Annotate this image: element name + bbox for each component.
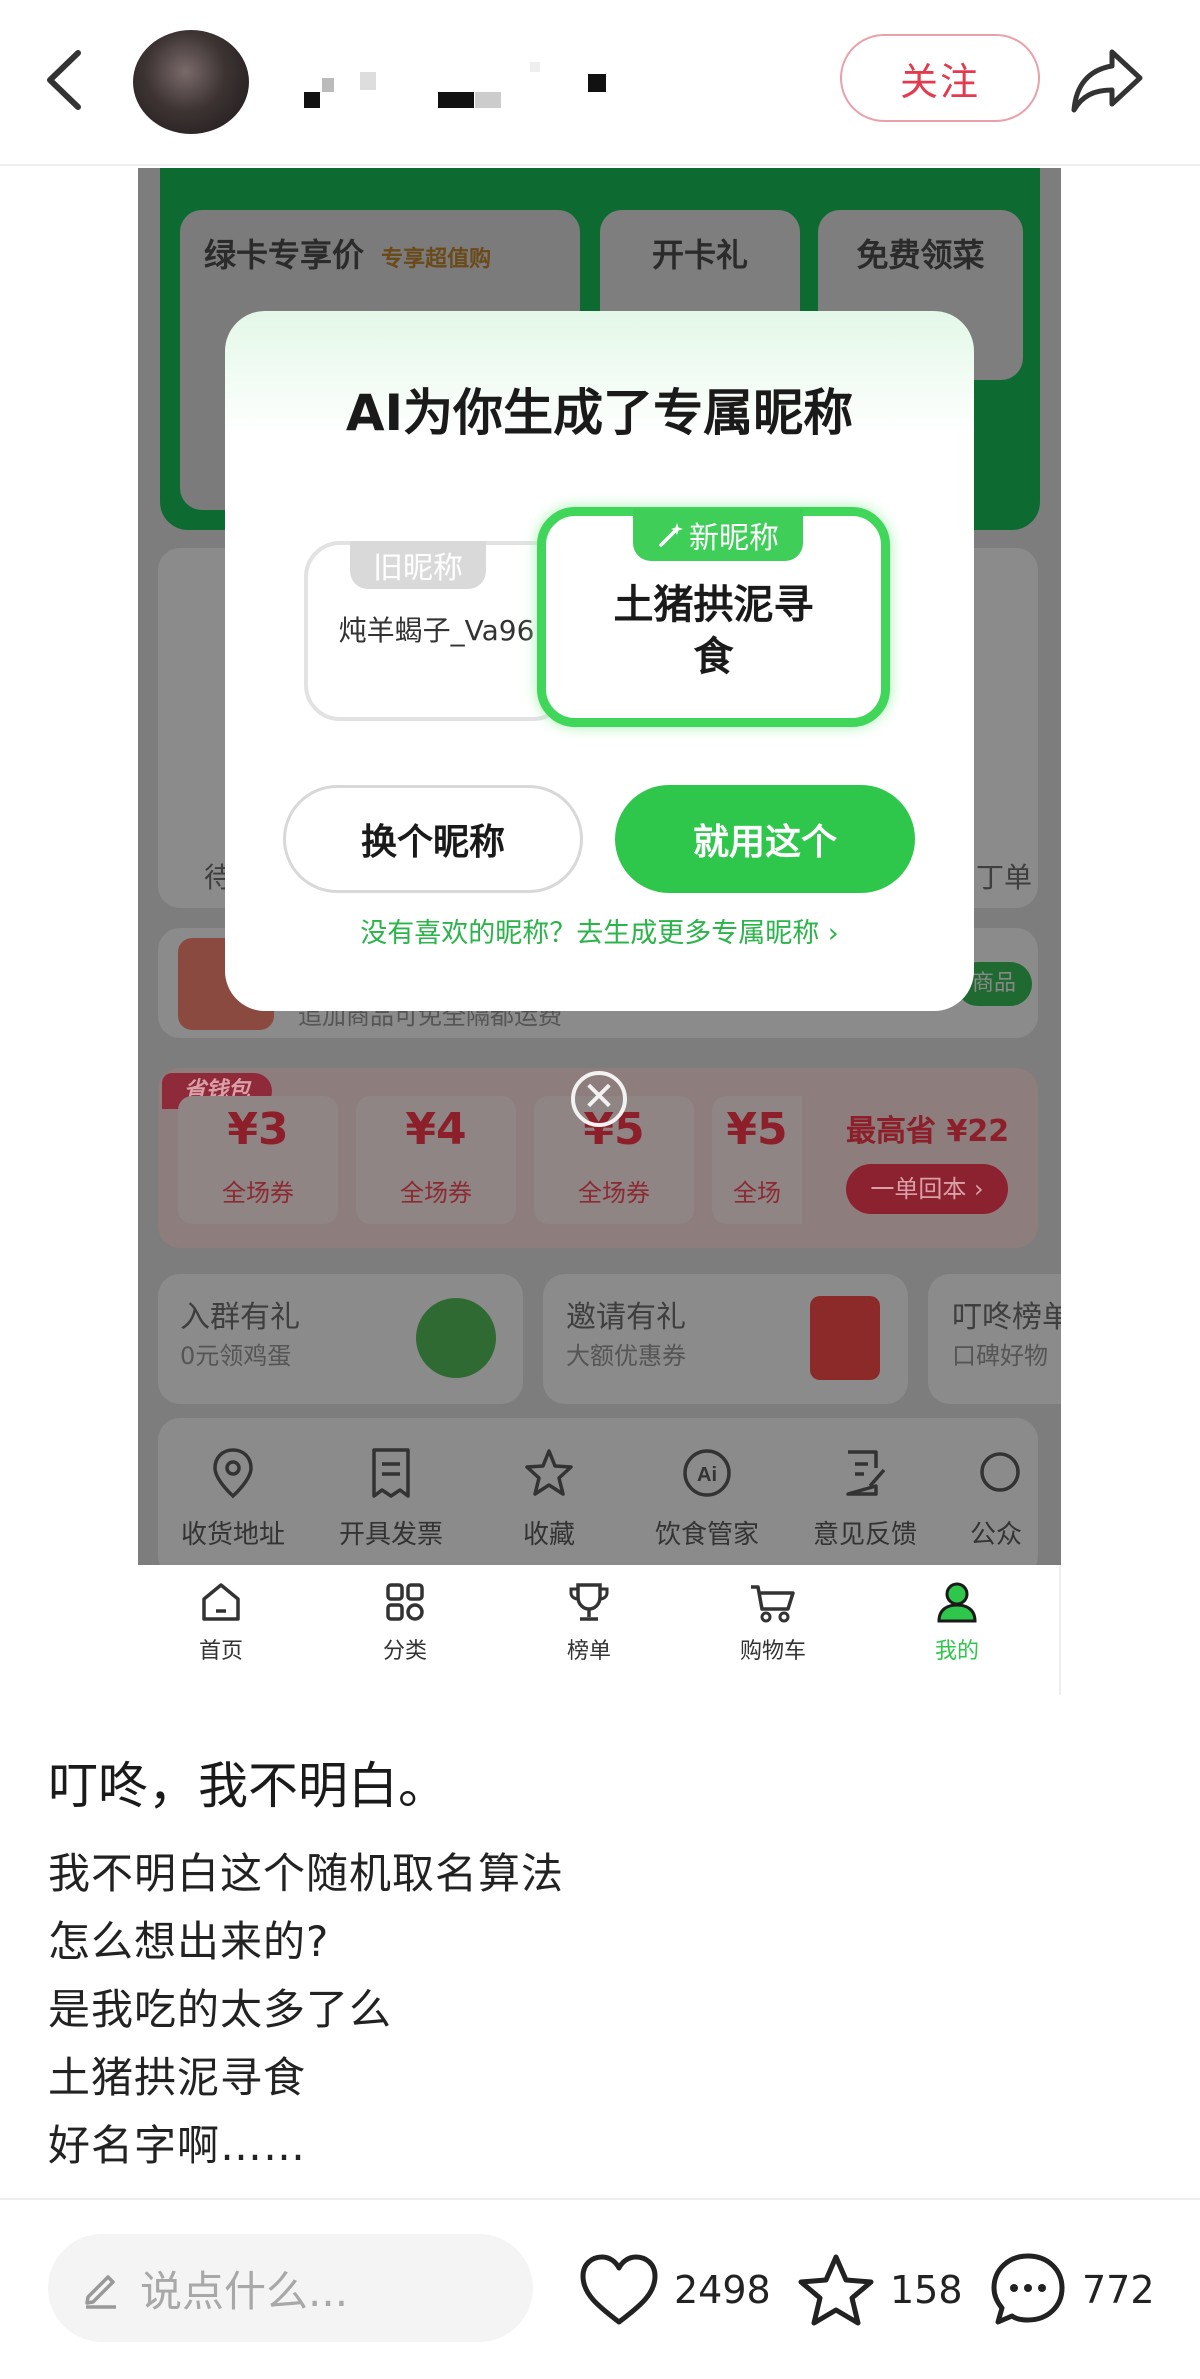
follow-button[interactable]: 关注: [840, 34, 1040, 122]
comment-button[interactable]: 772: [988, 2252, 1155, 2328]
trophy-icon: [569, 1583, 609, 1621]
tab-profile[interactable]: 我的: [897, 1579, 1017, 1665]
change-nickname-button[interactable]: 换个昵称: [283, 785, 583, 893]
author-avatar[interactable]: [133, 30, 249, 134]
coupon-2-amount: ¥4: [405, 1104, 467, 1155]
new-nickname-tag: 新昵称: [633, 509, 803, 561]
tool-official[interactable]: 公众: [958, 1446, 1058, 1551]
promo-group-title: 入群有礼: [180, 1300, 300, 1335]
comment-placeholder: 说点什么...: [140, 2266, 349, 2316]
back-arrow-icon[interactable]: [40, 45, 90, 115]
feedback-icon: [846, 1450, 886, 1496]
home-icon: [202, 1583, 240, 1621]
category-icon: [386, 1583, 424, 1621]
invoice-icon: [372, 1448, 410, 1498]
tab-category-label: 分类: [382, 1639, 427, 1664]
divider: [0, 2198, 1200, 2200]
promo-ranking-title: 叮咚榜单: [952, 1300, 1061, 1335]
coupon-2[interactable]: ¥4 全场券: [356, 1096, 516, 1224]
coupon-4[interactable]: ¥5 全场: [712, 1096, 802, 1224]
favorite-count: 158: [890, 2268, 963, 2312]
free-veg-label: 免费领菜: [856, 236, 985, 274]
tab-profile-label: 我的: [934, 1639, 979, 1664]
app-tab-bar: 首页 分类 榜单 购物车 我的: [138, 1565, 1061, 1695]
heart-icon: [580, 2254, 658, 2325]
share-icon[interactable]: [1068, 42, 1148, 118]
post-header: 关注: [0, 0, 1200, 166]
favorite-button[interactable]: 158: [796, 2252, 963, 2328]
tool-favorites[interactable]: 收藏: [484, 1446, 614, 1551]
tool-invoice[interactable]: 开具发票: [326, 1446, 456, 1551]
nickname-dialog: AI为你生成了专属昵称 旧昵称 炖羊蝎子_Va96 新昵称 土猪拱泥寻食 换个昵…: [225, 311, 974, 1011]
green-card-price-label: 绿卡专享价: [204, 236, 365, 274]
comment-bubble-icon: [991, 2253, 1065, 2325]
cart-icon: [751, 1585, 795, 1623]
coupon-1-amount: ¥3: [227, 1104, 289, 1155]
close-dialog-icon[interactable]: ✕: [571, 1071, 627, 1127]
post-title: 叮咚，我不明白。: [48, 1757, 448, 1815]
official-account-icon: [980, 1452, 1020, 1492]
profile-icon: [937, 1582, 977, 1623]
tab-home[interactable]: 首页: [161, 1579, 281, 1665]
ai-icon: Ai: [683, 1449, 731, 1497]
tool-official-label: 公众: [970, 1520, 1023, 1550]
dialog-title: AI为你生成了专属昵称: [345, 384, 854, 442]
coupon-3-label: 全场券: [578, 1179, 650, 1207]
tool-diet[interactable]: Ai 饮食管家: [642, 1446, 772, 1551]
post-line-5: 好名字啊……: [48, 2121, 307, 2170]
tool-diet-label: 饮食管家: [654, 1520, 759, 1550]
new-nickname: 土猪拱泥寻食: [613, 582, 814, 680]
tab-ranking-label: 榜单: [566, 1639, 611, 1664]
magic-wand-icon: [659, 523, 683, 547]
order-label-right: 丁单: [976, 861, 1033, 894]
location-pin-icon: [213, 1448, 253, 1499]
promo-invite-sub: 大额优惠券: [566, 1342, 686, 1370]
old-nickname: 炖羊蝎子_Va96: [338, 614, 535, 647]
like-button[interactable]: 2498: [578, 2252, 771, 2328]
tool-feedback[interactable]: 意见反馈: [800, 1446, 930, 1551]
promo-ranking-sub: 口碑好物: [952, 1342, 1048, 1370]
post-line-3: 是我吃的太多了么: [48, 1985, 393, 2034]
pencil-icon: [85, 2275, 116, 2309]
star-outline-icon: [798, 2254, 874, 2326]
tab-cart[interactable]: 购物车: [713, 1579, 833, 1665]
wechat-icon: [416, 1298, 496, 1378]
payback-button[interactable]: 一单回本 ›: [846, 1164, 1008, 1214]
tab-ranking[interactable]: 榜单: [529, 1579, 649, 1665]
tool-favorites-label: 收藏: [522, 1520, 575, 1550]
promo-group-sub: 0元领鸡蛋: [180, 1342, 292, 1370]
tab-cart-label: 购物车: [739, 1639, 806, 1664]
post-line-1: 我不明白这个随机取名算法: [48, 1849, 565, 1898]
tab-home-label: 首页: [198, 1639, 243, 1664]
tab-category[interactable]: 分类: [345, 1579, 465, 1665]
coupon-4-amount: ¥5: [726, 1104, 788, 1155]
card-gift-label: 开卡礼: [651, 236, 748, 274]
svg-text:Ai: Ai: [697, 1464, 717, 1486]
star-icon: [525, 1449, 573, 1496]
tool-feedback-label: 意见反馈: [812, 1520, 917, 1550]
post-image[interactable]: 绿卡专享价 专享超值购 开卡礼 免费领菜 待 丁单 追加商品可免全隔都运费 商品…: [138, 168, 1061, 1565]
promo-invite-title: 邀请有礼: [566, 1300, 686, 1335]
tool-address-label: 收货地址: [180, 1520, 285, 1550]
generate-more-link[interactable]: 没有喜欢的昵称？去生成更多专属昵称 ›: [225, 911, 974, 950]
coupon-2-label: 全场券: [400, 1179, 472, 1207]
red-envelope-icon: [810, 1296, 880, 1380]
coupon-4-label: 全场: [733, 1179, 781, 1207]
tool-address[interactable]: 收货地址: [168, 1446, 298, 1551]
comment-count: 772: [1082, 2268, 1155, 2312]
post-line-4: 土猪拱泥寻食: [48, 2053, 307, 2102]
use-nickname-button[interactable]: 就用这个: [615, 785, 915, 893]
coupon-1-label: 全场券: [222, 1179, 294, 1207]
author-name-redacted[interactable]: [300, 60, 610, 120]
old-nickname-tag: 旧昵称: [350, 541, 486, 589]
coupon-1[interactable]: ¥3 全场券: [178, 1096, 338, 1224]
tool-invoice-label: 开具发票: [338, 1520, 443, 1550]
max-save-text: 最高省 ¥22: [846, 1114, 1010, 1149]
post-line-2: 怎么想出来的?: [48, 1917, 330, 1966]
like-count: 2498: [674, 2268, 771, 2312]
exclusive-deal-label: 专享超值购: [381, 247, 492, 272]
comment-input[interactable]: 说点什么...: [48, 2234, 533, 2342]
